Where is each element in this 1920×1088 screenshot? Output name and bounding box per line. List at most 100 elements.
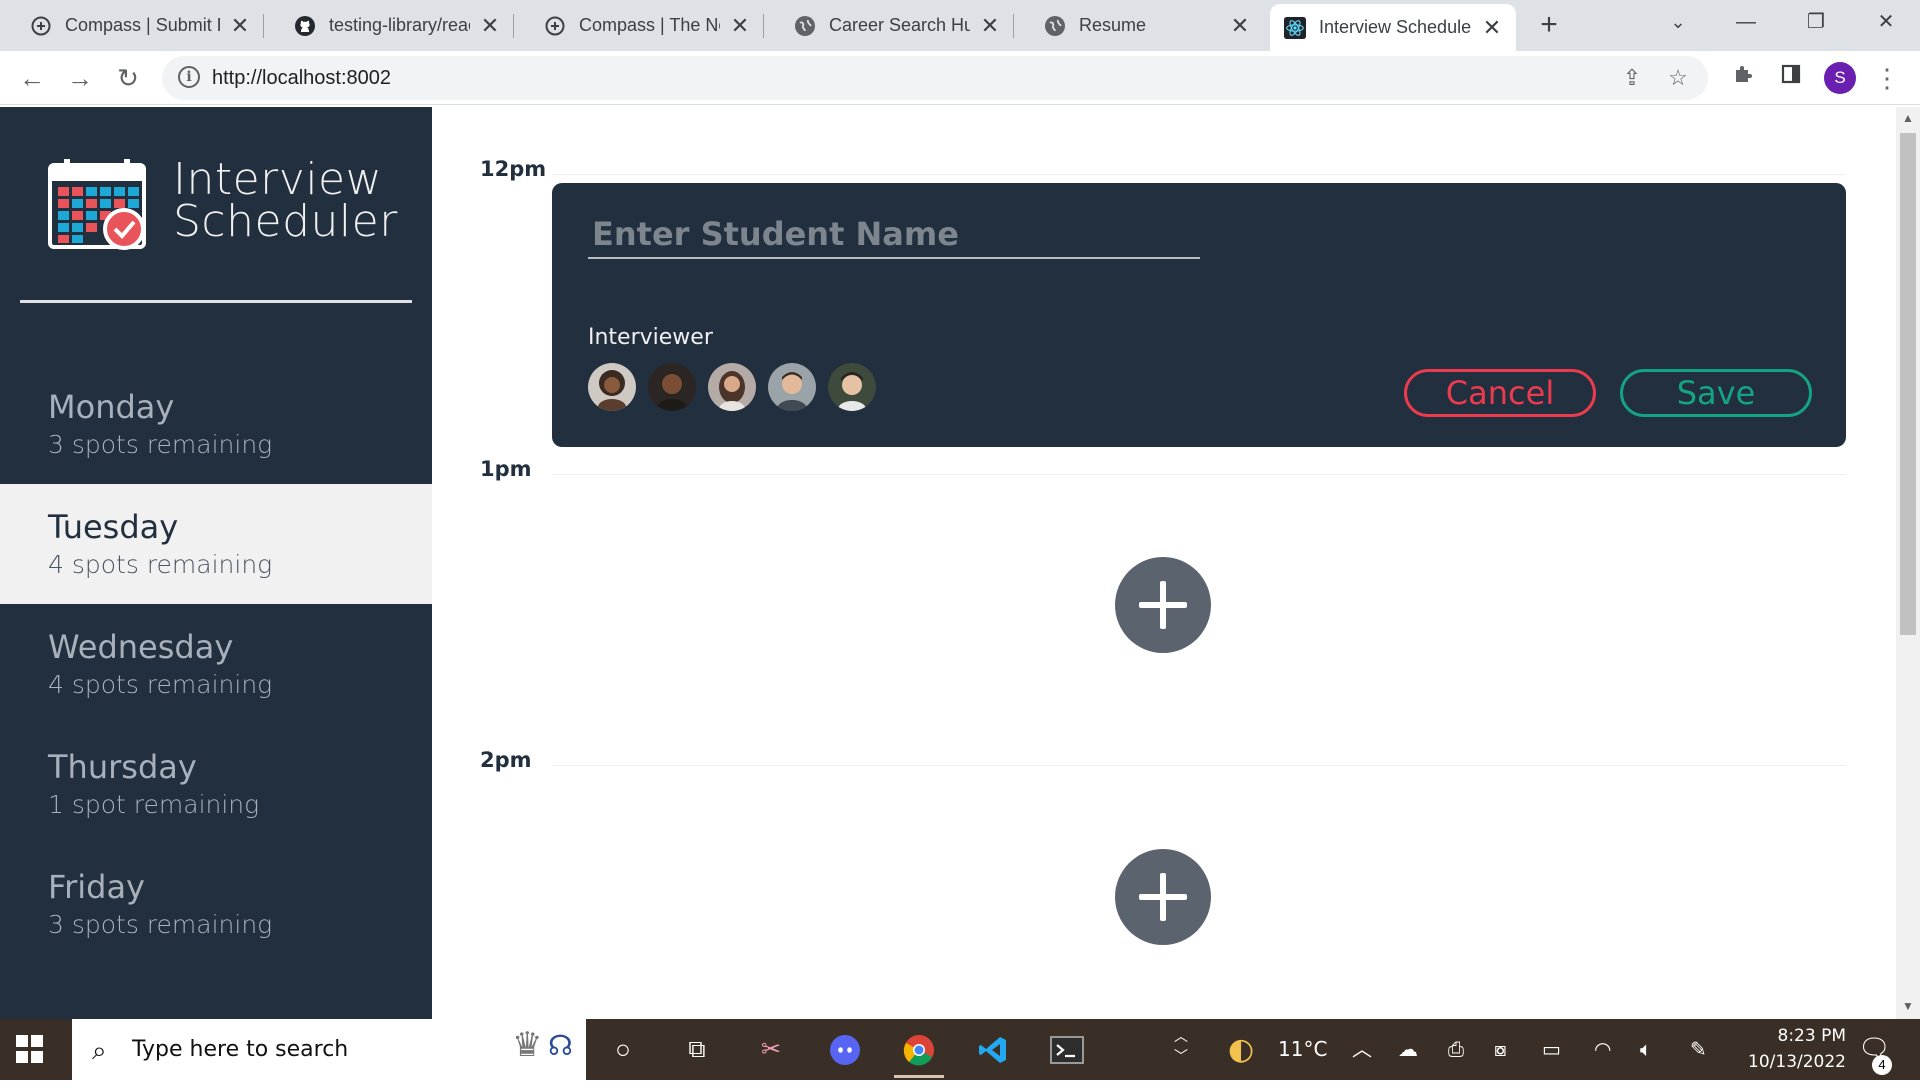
time-label: 12pm (480, 157, 547, 181)
cortana-icon[interactable]: ○ (586, 1019, 660, 1080)
interviewer-label: Interviewer (588, 325, 713, 350)
bookmark-star-icon[interactable]: ☆ (1664, 64, 1692, 92)
clock-time: 8:23 PM (1777, 1026, 1847, 1046)
interviewer-avatar[interactable] (648, 363, 696, 411)
save-button[interactable]: Save (1620, 369, 1812, 417)
profile-avatar[interactable]: S (1824, 62, 1856, 94)
show-hidden-icons-icon[interactable]: ︿ (1352, 1019, 1372, 1080)
weather-icon[interactable]: ◐ (1228, 1019, 1254, 1080)
day-item-friday[interactable]: Friday 3 spots remaining (0, 844, 432, 964)
cancel-button[interactable]: Cancel (1404, 369, 1596, 417)
window-close-button[interactable]: ✕ (1852, 0, 1920, 44)
meet-now-icon[interactable]: ⎙ (1448, 1019, 1464, 1080)
day-name: Tuesday (48, 508, 179, 546)
interviewer-list (588, 363, 876, 411)
taskbar-search-box[interactable]: ⌕ Type here to search ⌨ ♛ ☊ (72, 1019, 586, 1080)
close-icon[interactable]: ✕ (1482, 15, 1502, 41)
scroll-down-arrow-icon[interactable]: ▼ (1896, 999, 1920, 1013)
system-clock[interactable]: 8:23 PM 10/13/2022 (1736, 1023, 1846, 1075)
plus-icon (1160, 581, 1166, 629)
windows-start-icon[interactable] (16, 1035, 44, 1063)
tab-title: Career Search Hub (829, 15, 970, 35)
network-icon[interactable]: ⧇ (1494, 1019, 1507, 1080)
back-arrow-icon[interactable]: ← (14, 60, 50, 96)
minimize-button[interactable]: — (1712, 0, 1780, 44)
interviewer-avatar[interactable] (588, 363, 636, 411)
forward-arrow-icon[interactable]: → (62, 60, 98, 96)
temperature-text[interactable]: 11°C (1278, 1019, 1327, 1080)
day-item-wednesday[interactable]: Wednesday 4 spots remaining (0, 604, 432, 724)
globe-icon (794, 15, 816, 37)
tab-title: Compass | Submit P (65, 15, 220, 35)
onedrive-icon[interactable]: ☁ (1398, 1019, 1418, 1080)
plus-icon (1160, 873, 1166, 921)
battery-icon[interactable]: ▭ (1542, 1019, 1561, 1080)
tab-search-icon[interactable]: ⌄ (1644, 0, 1712, 44)
add-appointment-button[interactable] (1115, 557, 1211, 653)
volume-icon[interactable]: 🔈︎ (1640, 1019, 1652, 1080)
tab-title: testing-library/react (329, 15, 470, 35)
browser-tab[interactable]: Compass | Submit P ✕ (0, 0, 264, 51)
day-item-monday[interactable]: Monday 3 spots remaining (0, 364, 432, 484)
browser-tab[interactable]: Resume ✕ (1014, 0, 1264, 51)
student-name-input[interactable] (588, 211, 1200, 259)
interviewer-avatar[interactable] (828, 363, 876, 411)
vscode-icon[interactable] (956, 1019, 1030, 1080)
side-panel-icon[interactable] (1774, 61, 1808, 95)
terminal-icon[interactable] (1030, 1019, 1104, 1080)
new-tab-button[interactable]: + (1530, 6, 1568, 44)
browser-tab[interactable]: Compass | The Next ✕ (514, 0, 764, 51)
taskbar-overflow-icon[interactable]: ︿ ﹀ (1174, 1027, 1188, 1088)
browser-tab[interactable]: testing-library/react ✕ (264, 0, 514, 51)
interviewer-avatar[interactable] (708, 363, 756, 411)
wifi-icon[interactable]: ◠ (1594, 1019, 1611, 1080)
browser-tab[interactable]: Career Search Hub ✕ (764, 0, 1014, 51)
menu-kebab-icon[interactable]: ⋮ (1870, 61, 1904, 95)
scroll-up-arrow-icon[interactable]: ▲ (1896, 111, 1920, 125)
discord-icon[interactable] (808, 1019, 882, 1080)
clock-date: 10/13/2022 (1748, 1052, 1846, 1072)
scrollbar-thumb[interactable] (1900, 133, 1916, 635)
close-icon[interactable]: ✕ (230, 13, 250, 39)
extensions-puzzle-icon[interactable] (1726, 61, 1760, 95)
headset-icon: ☊ (548, 1030, 573, 1061)
url-text[interactable]: http://localhost:8002 (212, 56, 391, 100)
task-view-icon[interactable]: ⧉ (660, 1019, 734, 1080)
pen-icon[interactable]: ✎ (1690, 1019, 1707, 1080)
trophy-icon: ♛ (512, 1026, 543, 1064)
day-item-thursday[interactable]: Thursday 1 spot remaining (0, 724, 432, 844)
day-spots: 3 spots remaining (48, 430, 273, 459)
day-spots: 3 spots remaining (48, 910, 273, 939)
close-icon[interactable]: ✕ (980, 13, 1000, 39)
search-highlight-icon: ⌨ (472, 1030, 516, 1063)
day-name: Thursday (48, 748, 197, 786)
snip-tool-icon[interactable]: ✂ (734, 1019, 808, 1080)
chrome-icon[interactable] (882, 1019, 956, 1080)
day-spots: 4 spots remaining (48, 550, 273, 579)
browser-toolbar: ← → ↻ i http://localhost:8002 ⇪ ☆ ⋮ (0, 51, 1920, 105)
page-scrollbar[interactable]: ▲ ▼ (1896, 107, 1920, 1019)
browser-tab-active[interactable]: Interview Scheduler ✕ (1270, 4, 1516, 51)
day-name: Wednesday (48, 628, 234, 666)
taskbar-search-placeholder: Type here to search (132, 1037, 349, 1062)
share-icon[interactable]: ⇪ (1618, 64, 1646, 92)
site-info-icon[interactable]: i (178, 66, 200, 88)
tab-title: Resume (1079, 15, 1147, 35)
close-icon[interactable]: ✕ (730, 13, 750, 39)
close-icon[interactable]: ✕ (480, 13, 500, 39)
reload-icon[interactable]: ↻ (110, 60, 146, 96)
day-item-tuesday[interactable]: Tuesday 4 spots remaining (0, 484, 432, 604)
sidebar: Interview Scheduler Monday 3 spots remai… (0, 107, 432, 1019)
day-spots: 1 spot remaining (48, 790, 260, 819)
interviewer-avatar[interactable] (768, 363, 816, 411)
appointment-form: Interviewer Cancel Save (552, 183, 1846, 447)
app-title: Interview Scheduler (173, 154, 398, 244)
restore-button[interactable]: ❐ (1782, 0, 1850, 44)
react-icon (1284, 16, 1306, 39)
schedule-panel: 12pm Interviewer Cancel Save 1pm (432, 107, 1896, 1019)
add-appointment-button[interactable] (1115, 849, 1211, 945)
app-title-line: Interview (173, 154, 383, 205)
address-bar[interactable]: i http://localhost:8002 ⇪ ☆ (162, 56, 1708, 100)
time-separator (552, 765, 1846, 766)
close-icon[interactable]: ✕ (1230, 13, 1250, 39)
